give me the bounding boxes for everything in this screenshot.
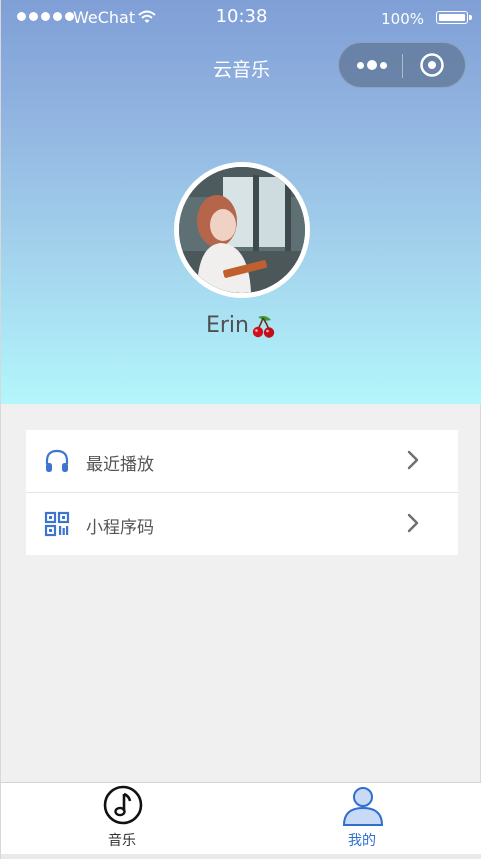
tab-label: 我的 bbox=[348, 833, 376, 849]
profile-menu-list: 最近播放 小程序码 bbox=[26, 430, 458, 555]
close-mini-program-button[interactable] bbox=[419, 52, 445, 78]
tab-mine[interactable]: 我的 bbox=[302, 783, 422, 853]
chevron-right-icon bbox=[407, 450, 419, 470]
tab-bar: 音乐 我的 bbox=[1, 782, 481, 854]
headphones-icon bbox=[45, 449, 69, 472]
more-menu-button[interactable] bbox=[353, 43, 391, 87]
tab-music[interactable]: 音乐 bbox=[62, 783, 182, 853]
menu-item-label: 小程序码 bbox=[86, 518, 154, 538]
profile-header: WeChat 10:38 100% 云音乐 Erin bbox=[1, 0, 481, 404]
battery-percentage: 100% bbox=[381, 10, 424, 28]
status-bar: WeChat 10:38 100% bbox=[1, 0, 481, 36]
cherry-icon bbox=[252, 316, 275, 338]
more-dots-icon bbox=[357, 60, 387, 70]
app-frame: WeChat 10:38 100% 云音乐 Erin 最近播放 小程序码 音乐 … bbox=[0, 0, 481, 859]
bottom-edge bbox=[1, 854, 481, 859]
battery-icon bbox=[436, 11, 472, 24]
username-text: Erin bbox=[205, 313, 249, 338]
username: Erin bbox=[1, 313, 481, 339]
qr-code-icon bbox=[44, 511, 70, 537]
menu-item-recent-plays[interactable]: 最近播放 bbox=[26, 430, 458, 492]
avatar[interactable] bbox=[174, 162, 310, 298]
menu-item-qr-code[interactable]: 小程序码 bbox=[26, 492, 458, 555]
tab-label: 音乐 bbox=[108, 833, 136, 849]
music-note-icon bbox=[103, 785, 143, 825]
avatar-photo bbox=[179, 167, 305, 293]
chevron-right-icon bbox=[407, 513, 419, 533]
capsule-divider bbox=[402, 54, 403, 78]
user-icon bbox=[342, 787, 384, 826]
menu-item-label: 最近播放 bbox=[86, 455, 154, 475]
mini-program-capsule bbox=[338, 42, 466, 88]
